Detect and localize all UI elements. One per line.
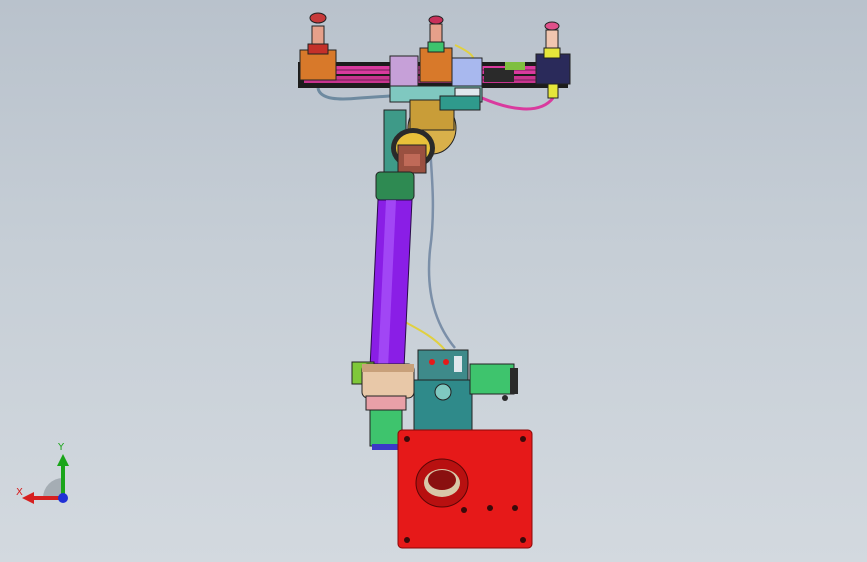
carriage-right bbox=[451, 57, 483, 87]
cad-viewport[interactable]: X Y bbox=[0, 0, 867, 562]
axis-y-label: Y bbox=[58, 442, 65, 453]
base-motor bbox=[469, 363, 515, 395]
z-axis-icon bbox=[58, 493, 68, 503]
cable-pink bbox=[481, 96, 555, 111]
axis-x-label: X bbox=[16, 487, 23, 498]
robot-arm-model[interactable] bbox=[0, 0, 867, 562]
joint bbox=[439, 95, 481, 111]
cable-yellow bbox=[404, 321, 446, 351]
carriage-left bbox=[389, 55, 419, 87]
motor bbox=[369, 409, 403, 447]
cable-left bbox=[316, 87, 391, 101]
gripper-left bbox=[299, 12, 337, 81]
upper-collar bbox=[375, 171, 415, 201]
gripper-center bbox=[419, 15, 453, 83]
coordinate-triad bbox=[22, 454, 69, 504]
